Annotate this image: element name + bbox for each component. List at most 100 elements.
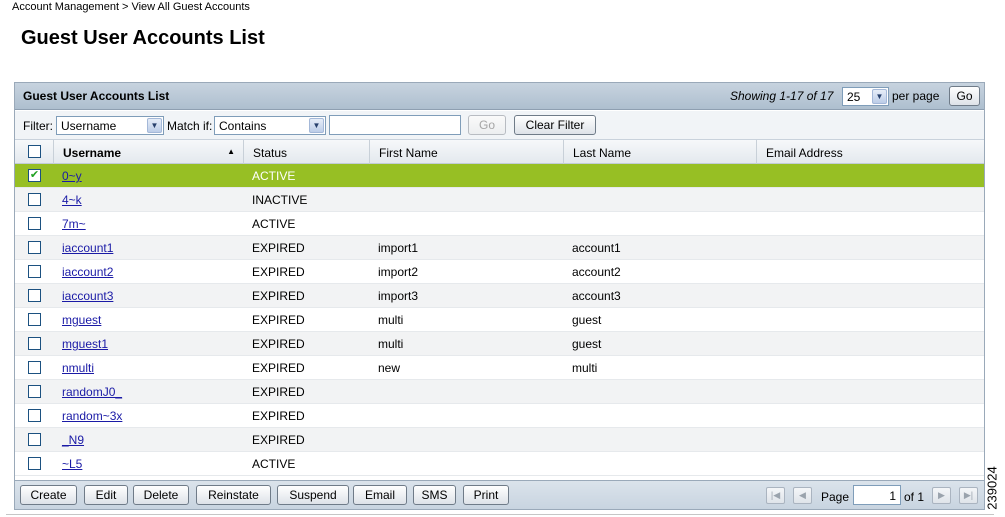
showing-count: Showing 1-17 of 17 xyxy=(730,89,834,103)
divider xyxy=(6,514,994,515)
column-status[interactable]: Status xyxy=(243,140,369,164)
last-name-cell: account3 xyxy=(572,289,621,303)
select-all-checkbox[interactable] xyxy=(28,145,41,158)
status-cell: EXPIRED xyxy=(252,337,305,351)
column-first-name-label: First Name xyxy=(379,146,438,160)
table-row[interactable]: mguest EXPIRED multi guest xyxy=(15,308,984,332)
first-name-cell: multi xyxy=(378,337,404,351)
table-row[interactable]: randomJ0_ EXPIRED xyxy=(15,380,984,404)
filter-text-input[interactable] xyxy=(329,115,461,135)
table-footer: Create Edit Delete Reinstate Suspend Ema… xyxy=(15,480,984,509)
next-page-icon[interactable]: ▶ xyxy=(932,487,951,504)
username-link[interactable]: mguest xyxy=(62,313,101,327)
table-row[interactable]: ✔ 0~y ACTIVE xyxy=(15,164,984,188)
row-checkbox[interactable] xyxy=(28,289,41,302)
select-all-cell xyxy=(15,140,53,164)
clear-filter-button[interactable]: Clear Filter xyxy=(514,115,596,135)
page-number-input[interactable]: 1 xyxy=(853,485,901,505)
breadcrumb-separator: > xyxy=(122,1,129,13)
table-row[interactable]: nmulti EXPIRED new multi xyxy=(15,356,984,380)
username-link[interactable]: nmulti xyxy=(62,361,94,375)
breadcrumb: Account Management > View All Guest Accoun… xyxy=(12,1,250,13)
print-button[interactable]: Print xyxy=(463,485,509,505)
row-checkbox[interactable] xyxy=(28,361,41,374)
reinstate-button[interactable]: Reinstate xyxy=(196,485,271,505)
row-checkbox[interactable] xyxy=(28,217,41,230)
status-cell: EXPIRED xyxy=(252,241,305,255)
table-row[interactable]: 4~k INACTIVE xyxy=(15,188,984,212)
sms-button[interactable]: SMS xyxy=(413,485,456,505)
row-checkbox[interactable] xyxy=(28,433,41,446)
suspend-button[interactable]: Suspend xyxy=(277,485,349,505)
chevron-down-icon: ▼ xyxy=(309,118,324,133)
breadcrumb-account-management[interactable]: Account Management xyxy=(12,1,119,13)
edit-button[interactable]: Edit xyxy=(84,485,128,505)
row-checkbox[interactable] xyxy=(28,193,41,206)
username-link[interactable]: iaccount3 xyxy=(62,289,113,303)
table-row[interactable]: iaccount1 EXPIRED import1 account1 xyxy=(15,236,984,260)
table-row[interactable]: iaccount2 EXPIRED import2 account2 xyxy=(15,260,984,284)
status-cell: EXPIRED xyxy=(252,361,305,375)
row-checkbox[interactable] xyxy=(28,409,41,422)
previous-page-icon[interactable]: ◀ xyxy=(793,487,812,504)
table-row[interactable]: mguest1 EXPIRED multi guest xyxy=(15,332,984,356)
username-link[interactable]: ~L5 xyxy=(62,457,82,471)
filter-field-select[interactable]: Username ▼ xyxy=(56,116,164,135)
table-row[interactable]: 7m~ ACTIVE xyxy=(15,212,984,236)
row-checkbox[interactable] xyxy=(28,385,41,398)
username-link[interactable]: _N9 xyxy=(62,433,84,447)
match-if-select[interactable]: Contains ▼ xyxy=(214,116,326,135)
last-name-cell: multi xyxy=(572,361,598,375)
username-link[interactable]: 7m~ xyxy=(62,217,86,231)
column-last-name-label: Last Name xyxy=(573,146,632,160)
filter-go-button[interactable]: Go xyxy=(468,115,506,135)
status-cell: ACTIVE xyxy=(252,169,296,183)
table-row[interactable]: random~3x EXPIRED xyxy=(15,404,984,428)
delete-button[interactable]: Delete xyxy=(133,485,189,505)
image-id: 239024 xyxy=(984,460,1000,516)
column-email-address[interactable]: Email Address xyxy=(756,140,984,164)
match-if-value: Contains xyxy=(219,119,267,133)
first-name-cell: new xyxy=(378,361,401,375)
table-header: Username ▲ Status First Name Last Name E… xyxy=(15,140,984,164)
chevron-down-icon: ▼ xyxy=(147,118,162,133)
username-link[interactable]: random~3x xyxy=(62,409,122,423)
row-checkbox[interactable] xyxy=(28,313,41,326)
column-username[interactable]: Username ▲ xyxy=(53,140,243,164)
last-page-icon[interactable]: ▶| xyxy=(959,487,978,504)
username-link[interactable]: randomJ0_ xyxy=(62,385,122,399)
table-row[interactable]: iaccount3 EXPIRED import3 account3 xyxy=(15,284,984,308)
table-row[interactable]: ~L5 ACTIVE xyxy=(15,452,984,476)
create-button[interactable]: Create xyxy=(20,485,77,505)
row-checkbox[interactable] xyxy=(28,337,41,350)
row-checkbox[interactable] xyxy=(28,265,41,278)
column-last-name[interactable]: Last Name xyxy=(563,140,756,164)
table-row[interactable]: _N9 EXPIRED xyxy=(15,428,984,452)
first-name-cell: import2 xyxy=(378,265,419,279)
sort-ascending-icon: ▲ xyxy=(227,147,235,156)
filter-label: Filter: xyxy=(23,119,53,133)
row-checkbox[interactable] xyxy=(28,457,41,470)
per-page-select[interactable]: 25 ▼ xyxy=(842,87,889,106)
first-page-icon[interactable]: |◀ xyxy=(766,487,785,504)
last-name-cell: account2 xyxy=(572,265,621,279)
column-username-label: Username xyxy=(63,146,122,160)
column-first-name[interactable]: First Name xyxy=(369,140,563,164)
username-link[interactable]: 0~y xyxy=(62,169,82,183)
username-link[interactable]: iaccount1 xyxy=(62,241,113,255)
status-cell: EXPIRED xyxy=(252,265,305,279)
username-link[interactable]: mguest1 xyxy=(62,337,108,351)
email-button[interactable]: Email xyxy=(353,485,407,505)
first-name-cell: multi xyxy=(378,313,404,327)
row-checkbox[interactable]: ✔ xyxy=(28,169,41,182)
filter-bar: Filter: Username ▼ Match if: Contains ▼ … xyxy=(15,111,984,140)
username-link[interactable]: 4~k xyxy=(62,193,82,207)
per-page-go-button[interactable]: Go xyxy=(949,86,980,106)
last-name-cell: guest xyxy=(572,337,602,351)
status-cell: EXPIRED xyxy=(252,385,305,399)
checkmark-icon: ✔ xyxy=(29,169,40,181)
per-page-label: per page xyxy=(892,89,940,103)
username-link[interactable]: iaccount2 xyxy=(62,265,113,279)
per-page-value: 25 xyxy=(847,90,861,104)
row-checkbox[interactable] xyxy=(28,241,41,254)
